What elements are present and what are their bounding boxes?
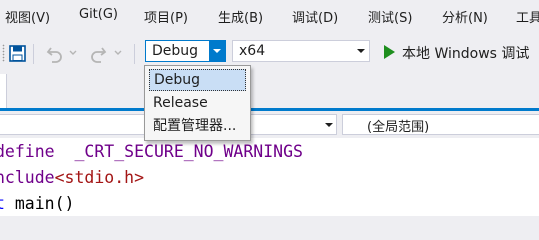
solution-configuration-combo[interactable]: Debug (145, 40, 226, 62)
undo-dropdown-icon[interactable] (68, 47, 78, 57)
navigation-bar: (全局范围) (0, 111, 539, 138)
menu-project[interactable]: 项目(P) (144, 7, 188, 26)
menu-git[interactable]: Git(G) (79, 7, 118, 22)
menu-analyze[interactable]: 分析(N) (442, 7, 488, 26)
toolbar-separator (134, 44, 135, 64)
chevron-down-icon (213, 49, 221, 53)
platform-value: x64 (239, 43, 266, 59)
save-all-icon[interactable] (8, 43, 28, 63)
configuration-dropdown-button[interactable] (209, 41, 225, 61)
code-editor[interactable]: define _CRT_SECURE_NO_WARNINGS nclude<st… (0, 138, 539, 216)
include-header: stdio.h (64, 168, 135, 187)
solution-platform-combo[interactable]: x64 (232, 40, 370, 62)
scope-label: (全局范围) (367, 120, 430, 135)
include-open-bracket: < (54, 168, 65, 187)
code-line: t main() (0, 192, 74, 216)
chevron-down-icon (325, 123, 333, 127)
menu-test[interactable]: 测试(S) (368, 7, 412, 26)
redo-icon[interactable] (88, 43, 108, 63)
include-close-bracket: > (134, 168, 145, 187)
undo-icon[interactable] (45, 43, 65, 63)
toolbar-grip[interactable] (2, 44, 5, 62)
document-tab-strip (0, 74, 539, 111)
chevron-down-icon (357, 49, 365, 53)
members-combo[interactable]: (全局范围) (342, 114, 539, 135)
macro-name: _CRT_SECURE_NO_WARNINGS (54, 142, 303, 161)
menu-bar: 视图(V) Git(G) 项目(P) 生成(B) 调试(D) 测试(S) 分析(… (0, 0, 539, 32)
code-line: define _CRT_SECURE_NO_WARNINGS (0, 140, 303, 164)
function-signature: main() (4, 194, 75, 213)
redo-dropdown-icon[interactable] (113, 47, 123, 57)
menu-debug[interactable]: 调试(D) (292, 7, 338, 26)
menu-tools[interactable]: 工具 (516, 7, 539, 26)
toolbar-separator (33, 44, 34, 64)
config-option-debug[interactable]: Debug (149, 69, 246, 91)
menu-view[interactable]: 视图(V) (5, 7, 50, 26)
configuration-dropdown-list: Debug Release 配置管理器... (144, 65, 251, 141)
standard-toolbar: Debug x64 本地 Windows 调试 (0, 34, 539, 74)
document-tab[interactable] (0, 74, 7, 108)
code-line: nclude<stdio.h> (0, 166, 144, 190)
preprocessor-directive: nclude (0, 168, 55, 187)
configuration-value: Debug (152, 43, 199, 59)
config-option-release[interactable]: Release (149, 92, 246, 114)
start-debugging-button[interactable]: 本地 Windows 调试 (402, 43, 529, 63)
play-icon[interactable] (382, 44, 396, 60)
preprocessor-directive: define (0, 142, 55, 161)
menu-build[interactable]: 生成(B) (218, 7, 263, 26)
config-option-manager[interactable]: 配置管理器... (149, 115, 246, 137)
